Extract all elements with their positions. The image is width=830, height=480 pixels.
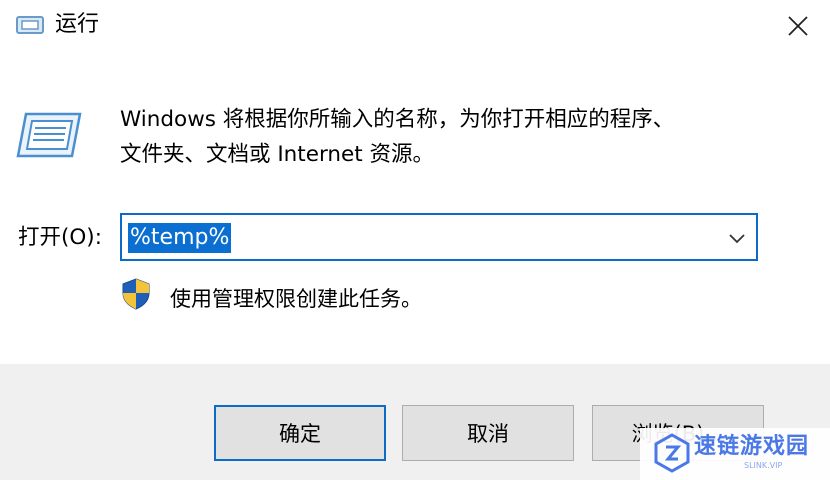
close-icon	[788, 16, 808, 36]
cancel-button[interactable]: 取消	[402, 405, 574, 461]
uac-shield-icon	[122, 278, 150, 310]
watermark-subtext: SLINK.VIP	[744, 461, 783, 470]
description-line-1: Windows 将根据你所输入的名称，为你打开相应的程序、	[120, 107, 675, 132]
run-app-icon	[16, 16, 44, 34]
run-dialog-icon	[16, 112, 82, 158]
description-line-2: 文件夹、文档或 Internet 资源。	[120, 142, 435, 167]
open-label: 打开(O):	[18, 225, 102, 250]
dialog-description: Windows 将根据你所输入的名称，为你打开相应的程序、 文件夹、文档或 In…	[120, 102, 780, 172]
ok-button[interactable]: 确定	[214, 405, 386, 461]
watermark-logo-icon	[654, 433, 690, 473]
watermark-text: 速链游戏园	[694, 434, 810, 459]
chevron-down-icon[interactable]	[726, 227, 748, 249]
admin-privilege-note: 使用管理权限创建此任务。	[170, 287, 422, 311]
open-input-value[interactable]: %temp%	[128, 223, 232, 253]
cancel-button-label: 取消	[467, 422, 509, 446]
ok-button-label: 确定	[279, 422, 321, 446]
window-title: 运行	[55, 12, 100, 37]
open-combobox[interactable]: %temp%	[120, 213, 758, 261]
title-bar: 运行	[0, 0, 830, 52]
close-button[interactable]	[766, 0, 830, 52]
site-watermark: 速链游戏园 SLINK.VIP	[640, 428, 830, 480]
